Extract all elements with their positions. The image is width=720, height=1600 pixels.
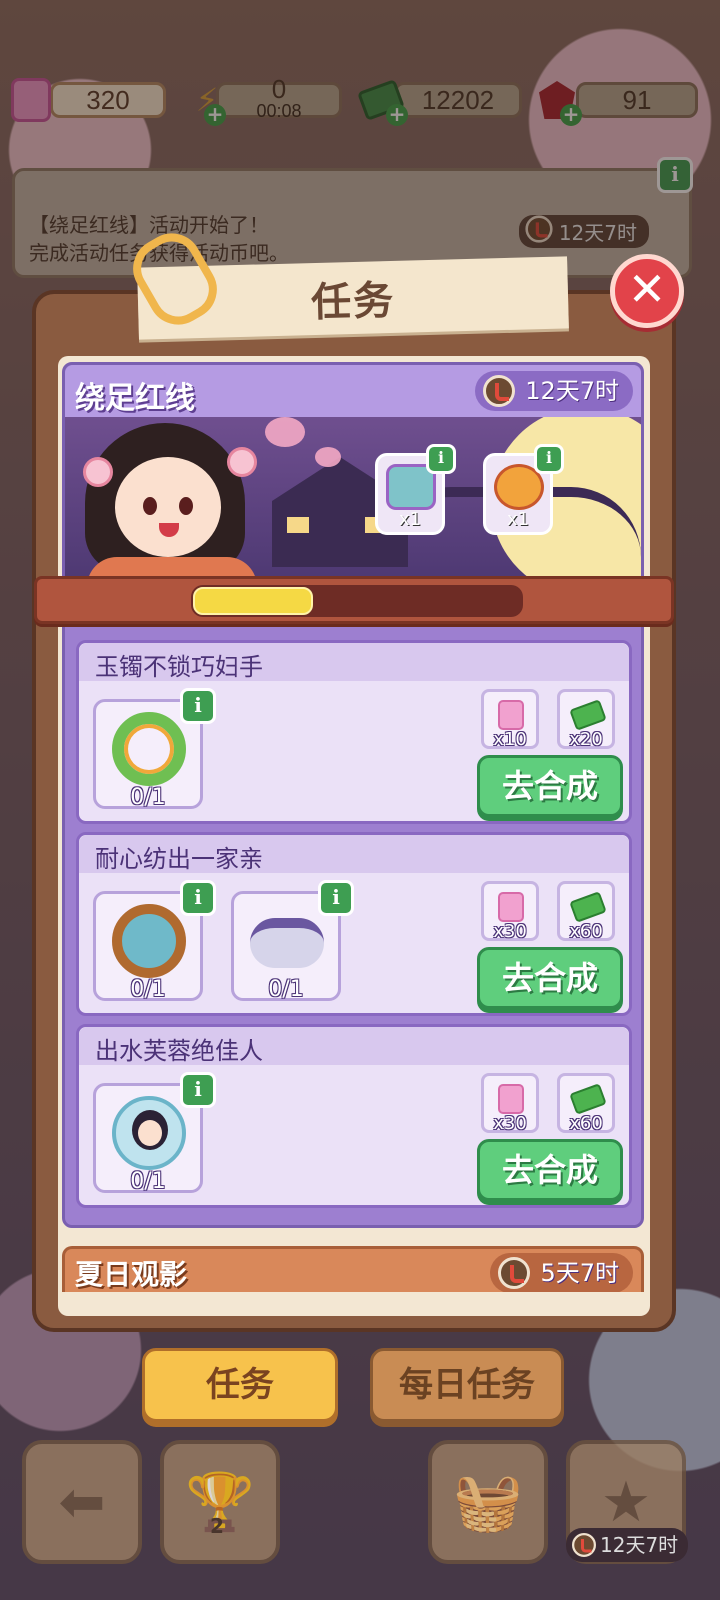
info-icon[interactable]: i — [534, 444, 564, 474]
next-event-title: 夏日观影 — [75, 1258, 188, 1291]
bottom-event-timer-text: 12天7时 — [600, 1533, 679, 1557]
reward-quantity: x20 — [569, 729, 603, 750]
hair-flower-icon — [83, 457, 113, 487]
reward-quantity: x30 — [493, 1113, 527, 1134]
info-icon[interactable]: i — [180, 880, 216, 916]
close-icon: ✕ — [627, 262, 667, 316]
reward-ticket: x30 — [481, 1073, 539, 1134]
task-item[interactable]: 0/1 i — [93, 880, 216, 1002]
task-title: 玉镯不锁巧妇手 — [95, 653, 263, 681]
go-merge-button[interactable]: 去合成 — [477, 755, 623, 817]
reward-quantity: x30 — [493, 921, 527, 942]
lotus-maiden-icon — [112, 1096, 186, 1170]
dialog-title: 任务 — [310, 277, 396, 327]
magpie-cloud-icon — [250, 918, 324, 968]
mouth-art — [159, 523, 179, 537]
item-progress: 0/1 — [268, 977, 304, 1002]
task-title: 出水芙蓉绝佳人 — [95, 1037, 263, 1065]
event-title: 绕足红线 — [75, 381, 195, 416]
reward-quantity: x60 — [569, 921, 603, 942]
event-reward-ornament[interactable]: x1 i — [483, 444, 564, 535]
spinning-wheel-icon — [112, 904, 186, 978]
cash-icon — [569, 699, 607, 731]
task-header: 出水芙蓉绝佳人 — [79, 1027, 629, 1065]
task-item[interactable]: 0/1 i — [93, 1072, 216, 1194]
cash-icon — [569, 891, 607, 923]
tab-tasks[interactable]: 任务 — [142, 1348, 338, 1422]
event-reward-chest[interactable]: x1 i — [375, 444, 456, 535]
back-button[interactable]: ⬅ — [22, 1440, 142, 1564]
reward-cash: x60 — [557, 881, 615, 942]
event-timer: 12天7时 — [475, 371, 633, 411]
info-icon[interactable]: i — [180, 1072, 216, 1108]
eye-art — [179, 497, 193, 515]
clock-icon — [572, 1533, 596, 1557]
ticket-icon — [498, 700, 524, 730]
reward-quantity: x1 — [506, 509, 530, 530]
task-header: 耐心纺出一家亲 — [79, 835, 629, 873]
cash-icon — [569, 1083, 607, 1115]
window-art — [287, 517, 309, 533]
face-art — [115, 457, 221, 557]
bottom-event-timer: 12天7时 — [566, 1528, 689, 1562]
trophy-button[interactable]: 🏆 2 — [160, 1440, 280, 1564]
close-button[interactable]: ✕ — [610, 254, 684, 328]
ticket-icon — [498, 892, 524, 922]
task-title: 耐心纺出一家亲 — [95, 845, 263, 873]
eye-art — [143, 497, 157, 515]
task-card: 出水芙蓉绝佳人 0/1 i x30 x60 去合成 — [76, 1024, 632, 1208]
task-card: 耐心纺出一家亲 0/1 i 0/1 i x30 x60 去合成 — [76, 832, 632, 1016]
shop-button[interactable]: 🧺 — [428, 1440, 548, 1564]
event-progress-fill — [193, 587, 313, 615]
petal-art — [315, 447, 341, 467]
task-item[interactable]: 0/1 i — [93, 688, 216, 810]
task-item[interactable]: 0/1 i — [231, 880, 354, 1002]
event-progress-board — [34, 576, 674, 624]
next-event-header[interactable]: 夏日观影 5天7时 — [62, 1246, 644, 1292]
item-progress: 0/1 — [130, 785, 166, 810]
reward-ticket: x10 — [481, 689, 539, 750]
next-event-timer: 5天7时 — [490, 1253, 633, 1292]
hair-flower-icon — [227, 447, 257, 477]
event-timer-text: 12天7时 — [525, 377, 619, 405]
go-merge-button[interactable]: 去合成 — [477, 1139, 623, 1201]
basket-icon: 🧺 — [453, 1470, 523, 1535]
reward-quantity: x10 — [493, 729, 527, 750]
jade-bracelet-icon — [112, 712, 186, 786]
clock-icon — [483, 375, 516, 407]
reward-quantity: x1 — [398, 509, 422, 530]
reward-ticket: x30 — [481, 881, 539, 942]
info-icon[interactable]: i — [426, 444, 456, 474]
tab-daily-tasks[interactable]: 每日任务 — [370, 1348, 564, 1422]
go-merge-button[interactable]: 去合成 — [477, 947, 623, 1009]
event-progress-track — [191, 585, 523, 617]
task-card: 玉镯不锁巧妇手 0/1 i x10 x20 去合成 — [76, 640, 632, 824]
ticket-icon — [498, 1084, 524, 1114]
trophy-icon: 🏆 — [185, 1470, 255, 1535]
next-event-timer-text: 5天7时 — [540, 1259, 619, 1287]
item-progress: 0/1 — [130, 1169, 166, 1194]
event-header: 绕足红线 12天7时 — [65, 365, 641, 417]
arrow-left-icon: ⬅ — [58, 1469, 106, 1535]
task-header: 玉镯不锁巧妇手 — [79, 643, 629, 681]
petal-art — [265, 417, 305, 447]
reward-cash: x60 — [557, 1073, 615, 1134]
item-progress: 0/1 — [130, 977, 166, 1002]
event-banner-art — [65, 417, 641, 579]
clock-icon — [498, 1257, 531, 1289]
reward-cash: x20 — [557, 689, 615, 750]
info-icon[interactable]: i — [318, 880, 354, 916]
trophy-badge: 2 — [210, 1514, 224, 1538]
info-icon[interactable]: i — [180, 688, 216, 724]
heroine-portrait — [77, 417, 257, 579]
reward-quantity: x60 — [569, 1113, 603, 1134]
